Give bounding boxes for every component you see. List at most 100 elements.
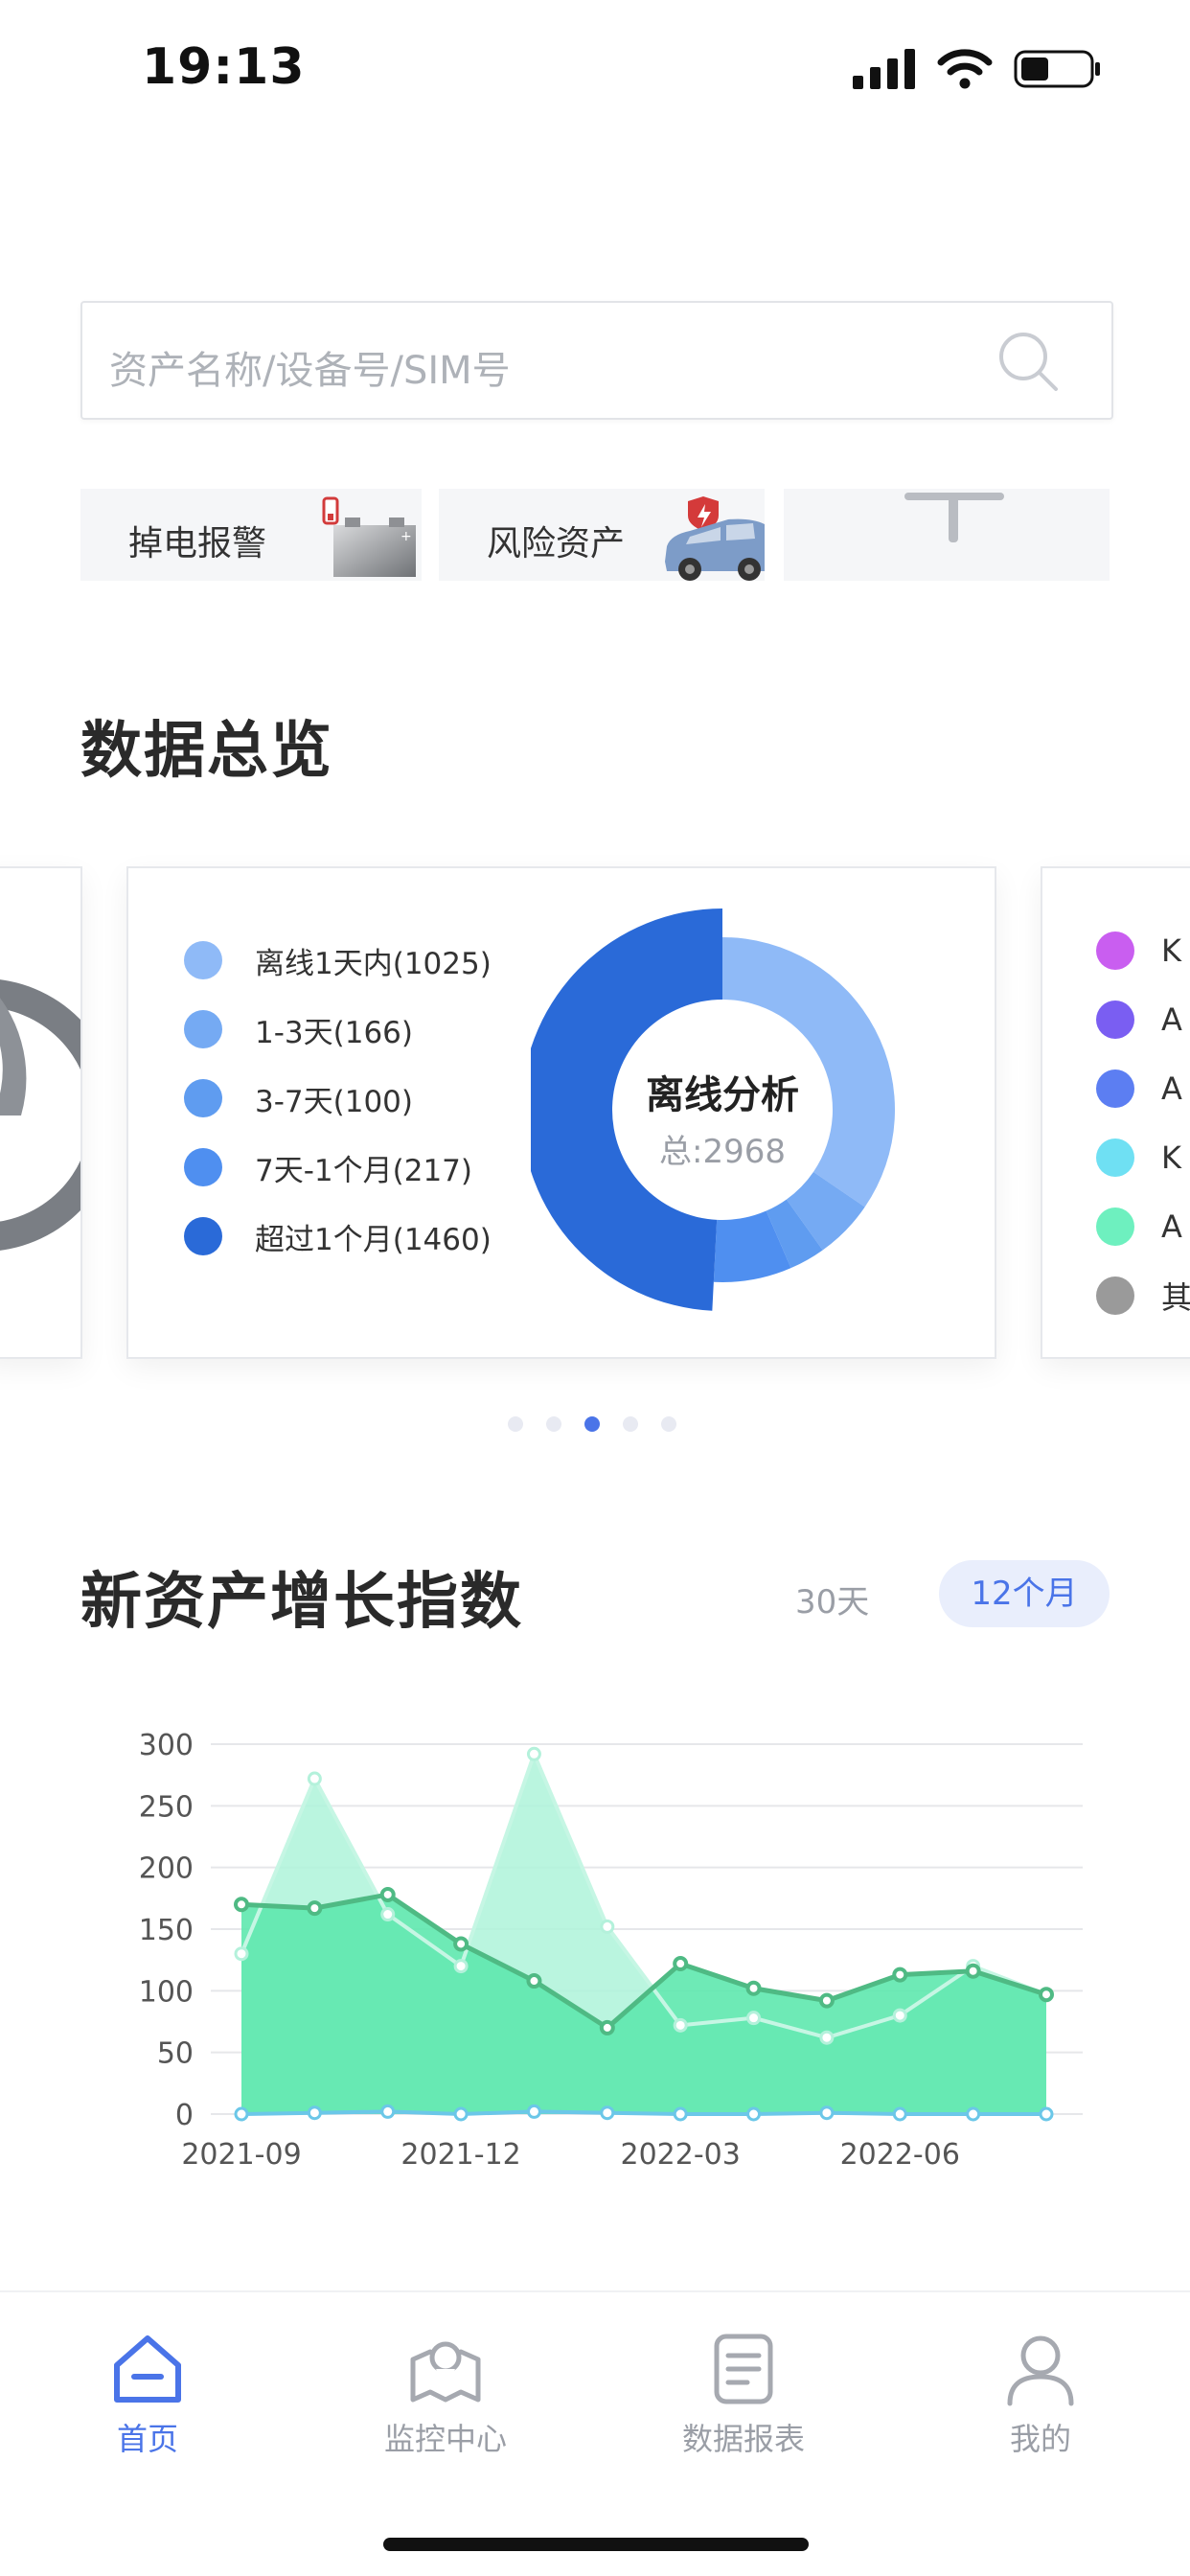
series-3-point (526, 2104, 541, 2119)
battery-status-icon (1014, 50, 1100, 88)
nav-label: 我的 (1009, 2421, 1071, 2457)
growth-title: 新资产增长指数 (80, 1567, 523, 1638)
series-1-point (965, 1963, 981, 1979)
series-1-point (673, 1956, 689, 1972)
wifi-icon (937, 49, 993, 89)
battery-icon: + (322, 496, 416, 577)
legend-label: 7天-1个月(217) (255, 1153, 472, 1188)
x-tick-label: 2022-03 (621, 2138, 741, 2172)
legend-dot (1096, 1208, 1134, 1246)
series-1-point (1039, 1987, 1054, 2003)
donut-center-total: 总:2968 (659, 1133, 786, 1171)
series-2-point (453, 1959, 469, 1974)
bottom-nav: 首页 监控中心 数据报表 我的 (0, 2290, 1190, 2576)
status-icons (853, 48, 1102, 90)
series-1-point (379, 1886, 396, 1902)
growth-chart: 0 50 100 150 200 250 300 2021-09 2021-12 2022-03 2… (139, 1729, 1083, 2172)
offline-donut: 离线分析 总:2968 (521, 908, 914, 1311)
nav-reports[interactable]: 数据报表 (648, 2331, 839, 2459)
range-30-days-button[interactable]: 30天 (795, 1576, 869, 1622)
legend-item: 超过1个月(1460) (184, 1202, 492, 1271)
nav-mine[interactable]: 我的 (945, 2331, 1136, 2459)
overview-card-prev[interactable] (0, 866, 82, 1359)
pager-dot[interactable] (623, 1416, 638, 1432)
legend-label: A (1161, 1001, 1182, 1038)
series-2-point (234, 1946, 249, 1962)
legend-label: 离线1天内(1025) (255, 946, 492, 981)
signal-icon (853, 49, 915, 89)
legend-label: 1-3天(166) (255, 1015, 413, 1050)
quick-tile-add[interactable] (784, 489, 1110, 581)
nav-home[interactable]: 首页 (52, 2331, 243, 2459)
pager-dot[interactable] (508, 1416, 523, 1432)
legend-label: A (1161, 1070, 1182, 1107)
tile-label: 掉电报警 (128, 524, 267, 564)
search-input[interactable]: 资产名称/设备号/SIM号 (80, 301, 1113, 420)
y-tick-label: 250 (139, 1790, 194, 1824)
series-3-point (819, 2105, 835, 2121)
y-tick-label: 50 (157, 2037, 194, 2071)
overview-title: 数据总览 (80, 716, 333, 787)
series-3-point (307, 2105, 322, 2121)
offline-analysis-card[interactable]: 离线1天内(1025) 1-3天(166) 3-7天(100) 7天-1个月(2… (126, 866, 996, 1359)
series-2-point (600, 1919, 615, 1934)
legend-item: A (1096, 1054, 1190, 1123)
legend-label: K (1161, 1139, 1181, 1176)
nav-monitor[interactable]: 监控中心 (350, 2331, 541, 2459)
legend-dot (1096, 1276, 1134, 1315)
pager-dot[interactable] (661, 1416, 676, 1432)
y-tick-label: 300 (139, 1729, 194, 1762)
next-card-legend: K A A K A 其 (1096, 916, 1190, 1330)
range-12-months-button[interactable]: 12个月 (939, 1560, 1110, 1627)
overview-card-next[interactable]: K A A K A 其 (1041, 866, 1190, 1359)
nav-label: 数据报表 (681, 2421, 805, 2457)
legend-dot (1096, 932, 1134, 970)
series-3-point (673, 2106, 688, 2122)
legend-dot (184, 1148, 222, 1186)
legend-label: A (1161, 1208, 1182, 1245)
series-3-point (234, 2106, 249, 2122)
pager-dot[interactable] (546, 1416, 561, 1432)
home-icon (114, 2335, 181, 2403)
legend-item: K (1096, 916, 1190, 985)
map-pin-icon (410, 2341, 481, 2403)
legend-item: 其 (1096, 1261, 1190, 1330)
legend-dot (184, 1217, 222, 1255)
pager-dot-active[interactable] (584, 1416, 600, 1432)
svg-text:+: + (400, 529, 412, 544)
user-icon (1007, 2335, 1074, 2406)
legend-item: A (1096, 985, 1190, 1054)
legend-label: 超过1个月(1460) (255, 1222, 492, 1257)
quick-tile-power-alarm[interactable]: 掉电报警 + (80, 489, 422, 581)
plus-icon (904, 493, 1004, 542)
donut-center-title: 离线分析 (646, 1073, 799, 1117)
y-tick-label: 0 (175, 2099, 194, 2132)
legend-item: 3-7天(100) (184, 1064, 492, 1133)
car-icon (665, 496, 765, 581)
series-2-point (526, 1746, 541, 1761)
series-2-point (307, 1771, 322, 1786)
series-1-point (526, 1973, 542, 1990)
series-2-point (746, 2011, 762, 2026)
series-1-point (745, 1980, 762, 1996)
search-placeholder: 资产名称/设备号/SIM号 (109, 349, 511, 393)
legend-item: 离线1天内(1025) (184, 926, 492, 995)
carousel-pager[interactable] (508, 1416, 676, 1432)
series-3-point (892, 2106, 907, 2122)
series-1-point (892, 1966, 908, 1983)
legend-dot (1096, 1000, 1134, 1039)
quick-tile-risk-assets[interactable]: 风险资产 (439, 489, 765, 581)
legend-item: K (1096, 1123, 1190, 1192)
donut-chart-partial (0, 979, 80, 1251)
series-2-point (892, 2008, 907, 2023)
legend-label: 其 (1161, 1279, 1190, 1316)
legend-item: 7天-1个月(217) (184, 1133, 492, 1202)
search-icon[interactable] (996, 330, 1060, 393)
x-tick-label: 2021-09 (181, 2138, 301, 2172)
legend-dot (184, 941, 222, 979)
legend-dot (1096, 1070, 1134, 1108)
tile-label: 风险资产 (487, 524, 626, 564)
x-tick-label: 2021-12 (400, 2138, 520, 2172)
series-3-point (966, 2106, 981, 2122)
legend-item: 1-3天(166) (184, 995, 492, 1064)
